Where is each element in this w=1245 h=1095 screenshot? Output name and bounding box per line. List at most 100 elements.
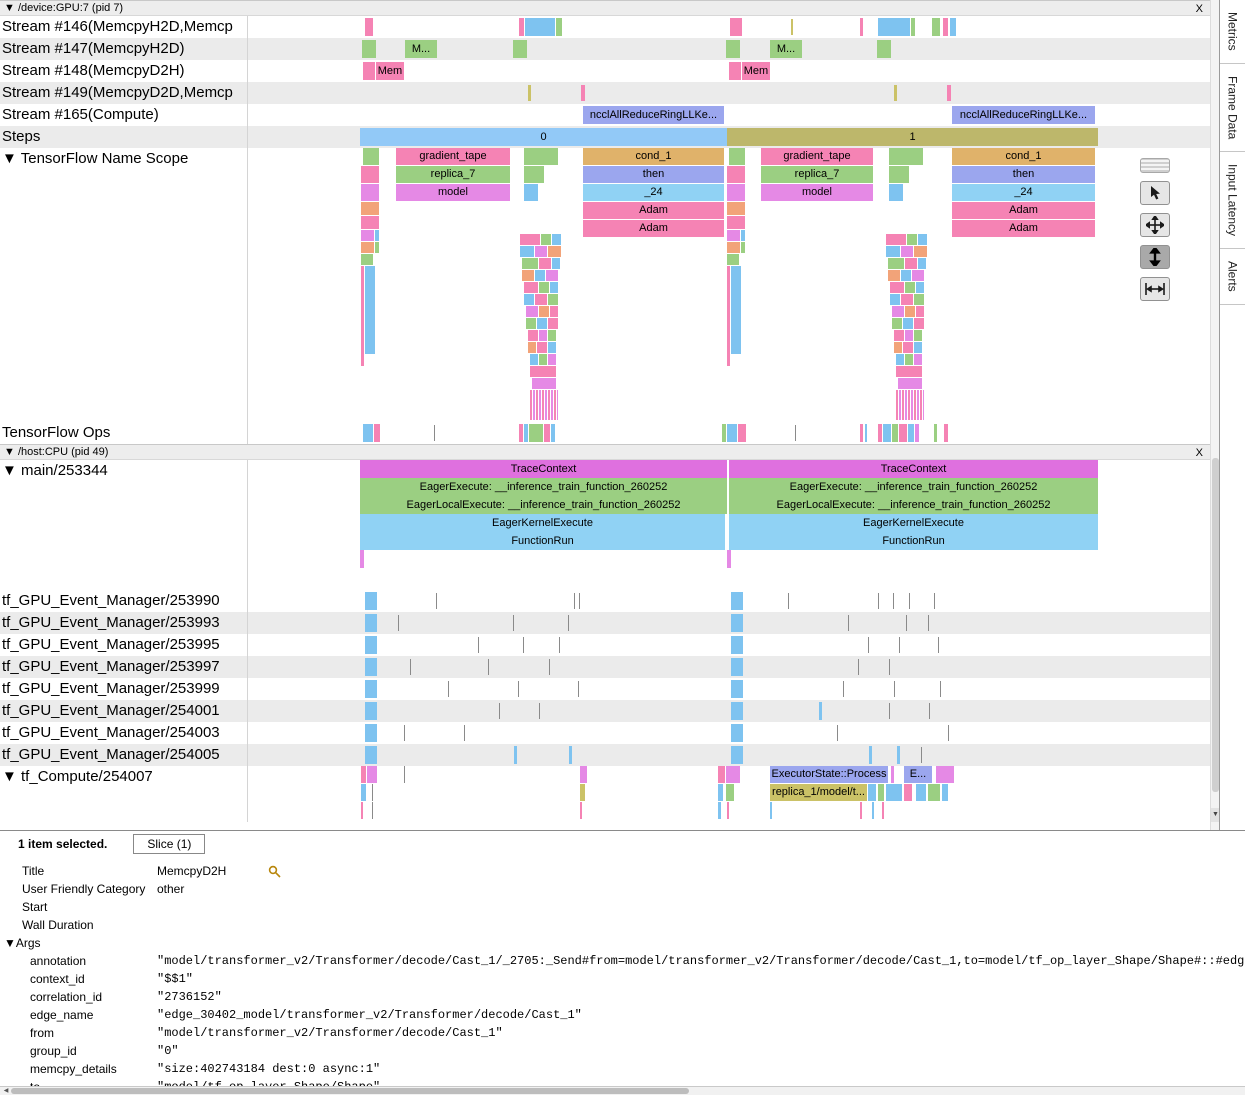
slice[interactable] [522,258,538,269]
slice[interactable] [727,230,740,241]
slice[interactable] [532,378,556,389]
side-tab-input-latency[interactable]: Input Latency [1220,152,1245,249]
slice[interactable] [365,18,373,36]
slice[interactable] [899,637,900,653]
slice[interactable] [770,802,772,819]
slice-mem[interactable]: Mem [376,62,404,80]
slice[interactable] [906,615,907,631]
slice[interactable] [535,246,547,257]
slice-functionrun[interactable]: FunctionRun [729,532,1098,550]
slice[interactable] [365,746,377,764]
slice-adam[interactable]: Adam [583,202,724,219]
slice-0[interactable]: 0 [360,128,727,146]
slice[interactable] [892,424,898,442]
slice-tracecontext[interactable]: TraceContext [360,460,727,478]
slice[interactable] [551,424,555,442]
slice-model[interactable]: model [396,184,510,201]
slice[interactable] [361,230,374,241]
slice[interactable] [944,424,948,442]
slice[interactable] [892,318,902,329]
slice[interactable] [727,254,739,265]
slice[interactable] [726,40,740,58]
horizontal-scrollbar-thumb[interactable] [11,1088,689,1094]
slice[interactable] [914,294,924,305]
slice[interactable] [361,784,366,801]
magnifier-icon[interactable] [268,865,281,878]
slice[interactable] [889,148,923,165]
slice-adam[interactable]: Adam [952,202,1095,219]
slice[interactable] [791,19,793,35]
slice[interactable] [904,784,912,801]
slice[interactable] [918,234,927,245]
slice[interactable] [905,354,913,365]
slice[interactable] [894,85,897,101]
slice[interactable] [526,306,538,317]
slice[interactable] [365,724,377,742]
slice[interactable] [878,18,910,36]
slice[interactable] [519,18,524,36]
slice[interactable] [559,637,560,653]
slice[interactable] [528,342,536,353]
slice[interactable] [865,424,867,442]
slice[interactable] [361,166,379,183]
slice[interactable] [893,593,894,609]
slice-mem[interactable]: Mem [742,62,770,80]
slice[interactable] [530,390,558,420]
slice[interactable] [837,725,838,741]
slice[interactable] [731,636,743,654]
slice-gradient-tape[interactable]: gradient_tape [761,148,873,165]
slice[interactable] [578,681,579,697]
slice[interactable] [727,202,745,215]
slice[interactable] [928,615,929,631]
slice[interactable] [727,424,737,442]
slice[interactable] [581,85,585,101]
slice[interactable] [914,330,922,341]
slice[interactable] [860,802,862,819]
slice[interactable] [539,282,549,293]
palette-grip-handle[interactable] [1140,158,1170,173]
slice[interactable] [911,18,915,36]
slice[interactable] [729,62,741,80]
slice[interactable] [916,306,924,317]
slice[interactable] [901,294,913,305]
slice[interactable] [731,724,743,742]
slice[interactable] [523,637,524,653]
close-process-button[interactable]: X [1196,2,1203,16]
slice[interactable] [556,18,562,36]
slice[interactable] [905,258,917,269]
slice[interactable] [929,703,930,719]
slice[interactable] [524,424,528,442]
slice[interactable] [886,246,900,257]
timing-tool-button[interactable] [1140,277,1170,301]
slice[interactable] [888,270,900,281]
tab-slice[interactable]: Slice (1) [133,834,205,854]
slice[interactable] [361,216,379,229]
slice-1[interactable]: 1 [727,128,1098,146]
slice[interactable] [894,330,904,341]
slice[interactable] [896,366,922,377]
process-header[interactable]: ▼ /host:CPU (pid 49)X [0,444,1210,460]
slice[interactable] [727,216,745,229]
slice[interactable] [903,342,913,353]
slice[interactable] [524,166,544,183]
slice[interactable] [878,593,879,609]
slice[interactable] [731,266,741,354]
slice-m[interactable]: M... [405,40,437,58]
slice[interactable] [905,282,915,293]
slice[interactable] [901,246,913,257]
slice[interactable] [936,766,954,783]
slice[interactable] [943,18,948,36]
slice-cond-1[interactable]: cond_1 [583,148,724,165]
slice[interactable] [727,266,730,366]
process-title[interactable]: ▼ /device:GPU:7 (pid 7) [4,2,123,14]
slice[interactable] [731,680,743,698]
slice[interactable] [932,18,940,36]
slice[interactable] [795,425,796,441]
slice[interactable] [889,166,909,183]
slice[interactable] [513,40,527,58]
slice[interactable] [726,766,740,783]
slice[interactable] [530,366,556,377]
slice[interactable] [722,424,726,442]
slice[interactable] [731,746,743,764]
vertical-scrollbar-thumb[interactable] [1212,458,1219,792]
